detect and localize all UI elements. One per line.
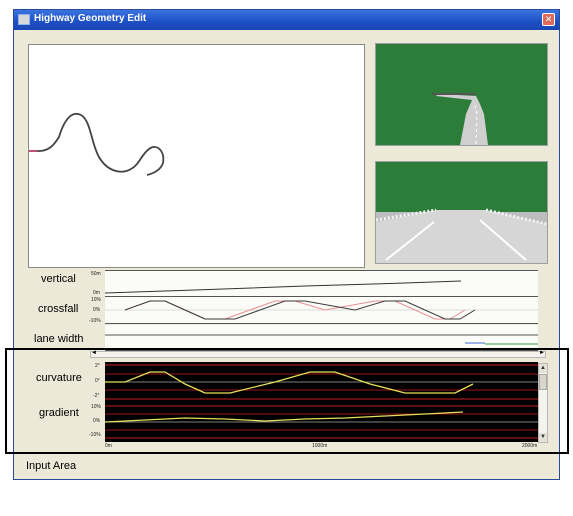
vertical-profile-graph[interactable]: 50m 0m xyxy=(91,270,538,297)
app-icon xyxy=(18,14,30,25)
vertical-label: vertical xyxy=(41,273,76,285)
crossfall-tick-bottom: -10% xyxy=(89,318,101,324)
crossfall-tick-mid: 0% xyxy=(93,307,101,313)
road-alignment-curve xyxy=(29,113,165,176)
camera-view-bottom xyxy=(375,161,548,264)
plan-view[interactable] xyxy=(28,44,365,268)
window-title: Highway Geometry Edit xyxy=(34,13,147,24)
crossfall-plot xyxy=(105,300,538,320)
crossfall-graph[interactable]: 10% 0% -10% xyxy=(89,297,538,324)
vertical-profile-plot xyxy=(105,280,462,294)
camera-scene-2 xyxy=(376,208,547,263)
crossfall-label: crossfall xyxy=(38,303,79,315)
title-bar[interactable]: Highway Geometry Edit ✕ xyxy=(14,10,559,30)
lane-width-label: lane width xyxy=(34,333,84,345)
road-surface xyxy=(436,94,488,145)
road-alignment-plot xyxy=(29,113,165,176)
input-area-highlight-frame xyxy=(5,348,569,454)
vertical-tick-bottom: 0m xyxy=(93,290,100,296)
crossfall-tick-top: 10% xyxy=(91,297,102,303)
camera-view-top xyxy=(375,43,548,146)
vertical-profile-line xyxy=(105,280,462,294)
camera-scene-1 xyxy=(432,93,488,145)
close-button[interactable]: ✕ xyxy=(542,13,555,26)
vertical-tick-top: 50m xyxy=(91,271,101,277)
input-area-label: Input Area xyxy=(26,460,77,472)
